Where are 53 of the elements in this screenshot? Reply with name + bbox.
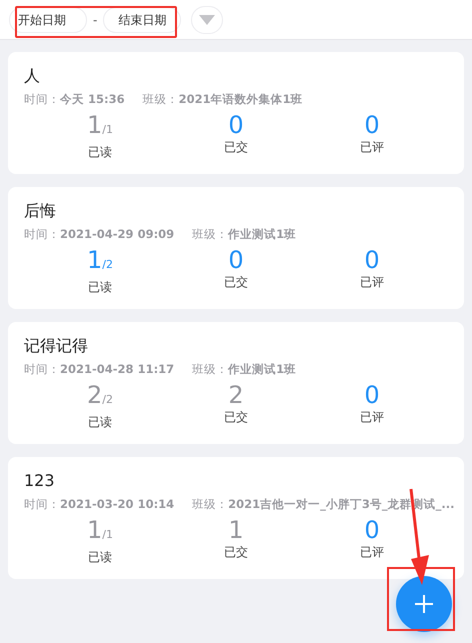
triangle-icon [199, 14, 216, 24]
class-label: 班级： [192, 497, 228, 512]
class-label: 班级： [192, 362, 228, 377]
stat-label: 已评 [360, 544, 384, 560]
add-button[interactable] [396, 576, 452, 632]
stat-label: 已交 [224, 544, 248, 560]
stat-label: 已评 [360, 139, 384, 155]
card-title: 记得记得 [24, 336, 89, 356]
stat-label: 已评 [360, 274, 384, 290]
stat-label: 已读 [88, 279, 112, 295]
stat-label: 已交 [224, 139, 248, 155]
end-date-field[interactable]: 结束日期 [103, 6, 182, 32]
time-label: 时间： [24, 362, 60, 377]
stat-count: 1/2 [87, 246, 113, 276]
stat-label: 已读 [88, 414, 112, 430]
start-date-field[interactable]: 开始日期 [9, 6, 87, 32]
class-value: 作业测试1班 [228, 227, 296, 242]
stat-count: 1/1 [87, 111, 113, 141]
class-value: 2021年语数外集体1班 [178, 92, 303, 107]
stat-count: 2/2 [87, 381, 113, 411]
stat-count: 1/1 [87, 516, 113, 546]
time-value: 今天 15:36 [60, 92, 125, 107]
stat-count: 0 [228, 111, 244, 139]
stat-count: 2 [228, 381, 244, 409]
time-value: 2021-04-28 11:17 [60, 362, 174, 377]
card-title: 后悔 [24, 201, 57, 221]
time-value: 2021-04-29 09:09 [60, 227, 174, 242]
stat-count: 0 [364, 111, 380, 139]
stat-label: 已交 [224, 409, 248, 425]
class-label: 班级： [142, 92, 179, 107]
stat-count: 0 [364, 246, 380, 274]
stat-count: 0 [228, 246, 244, 274]
stat-label: 已读 [88, 144, 112, 160]
time-label: 时间： [24, 92, 60, 107]
stat-label: 已读 [88, 549, 112, 565]
assignment-card[interactable]: 记得记得 时间：2021-04-28 11:17 班级：作业测试1班 2/2 已读 2 已交 0 已评 [8, 322, 464, 444]
card-title: 人 [24, 66, 41, 86]
stat-label: 已评 [360, 409, 384, 425]
stat-label: 已交 [224, 274, 248, 290]
assignment-card[interactable]: 后悔 时间：2021-04-29 09:09 班级：作业测试1班 1/2 已读 0 已交 0 已评 [8, 187, 464, 309]
time-label: 时间： [24, 227, 60, 242]
time-value: 2021-03-20 10:14 [60, 497, 174, 512]
assignment-card[interactable]: 人 时间：今天 15:36 班级：2021年语数外集体1班 1/1 已读 0 已交 0 已评 [8, 52, 464, 174]
plus-icon [415, 595, 433, 613]
class-label: 班级： [192, 227, 228, 242]
stat-count: 0 [364, 516, 380, 544]
stat-count: 0 [364, 381, 380, 409]
card-title: 123 [24, 471, 56, 491]
date-separator: - [93, 12, 98, 26]
time-label: 时间： [24, 497, 60, 512]
annotation-box [387, 567, 455, 631]
class-value: 作业测试1班 [228, 362, 296, 377]
stat-count: 1 [228, 516, 244, 544]
